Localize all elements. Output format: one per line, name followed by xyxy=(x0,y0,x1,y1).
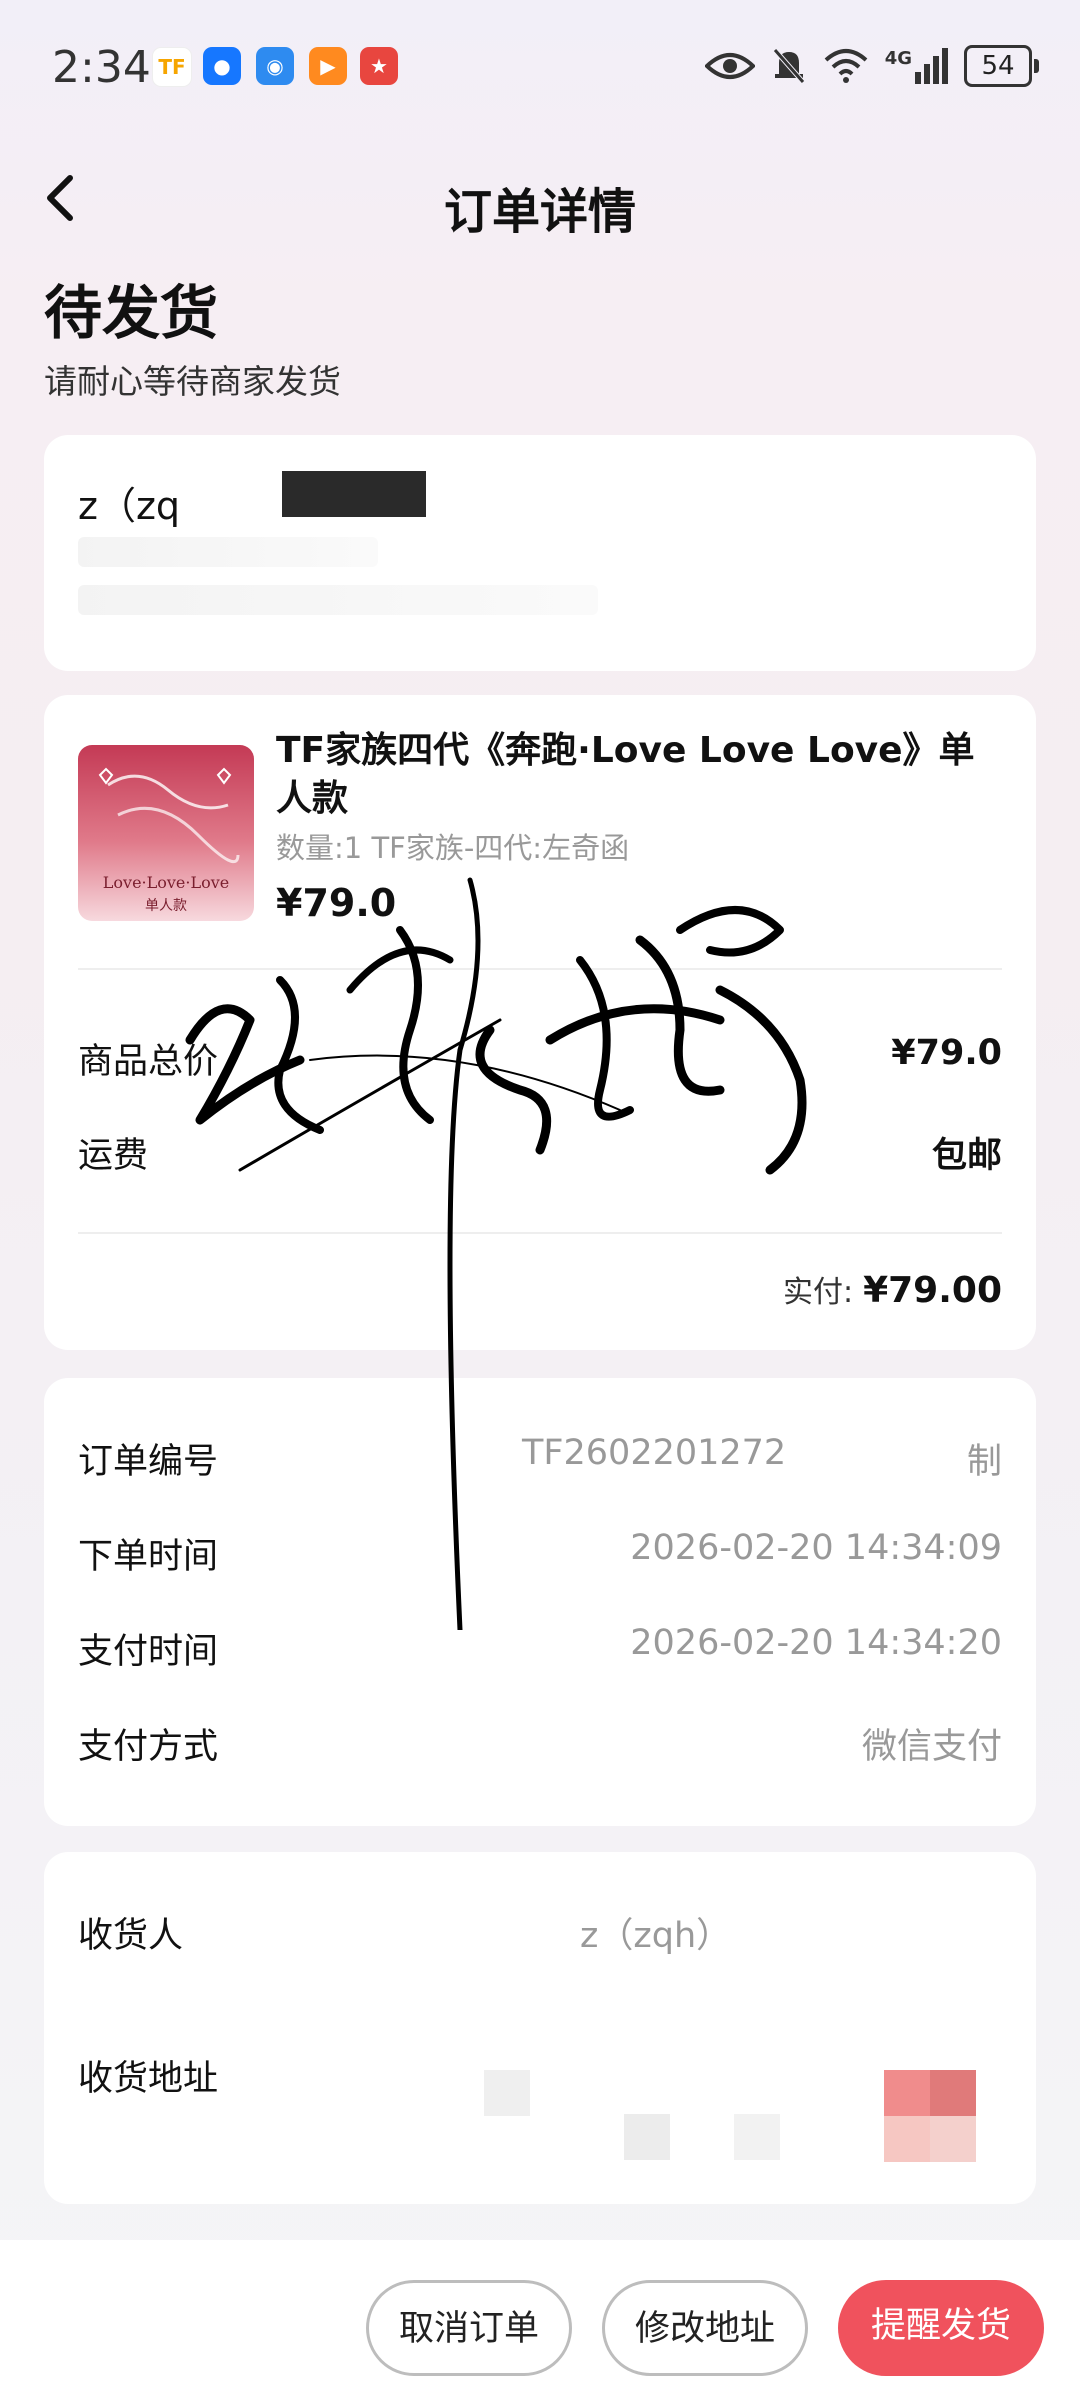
order-status-subtitle: 请耐心等待商家发货 xyxy=(44,362,341,401)
video-app-icon: ▶ xyxy=(309,47,347,85)
order-status-title: 待发货 xyxy=(44,279,219,347)
copy-order-number-button[interactable]: 制 xyxy=(967,1433,1002,1484)
wifi-app-icon: ◉ xyxy=(256,47,294,85)
receiver-address-value xyxy=(284,2070,1004,2165)
receiver-card: 收货人 z（zqh） 收货地址 xyxy=(44,1852,1036,2204)
cellular-signal-icon: 4G xyxy=(885,48,948,84)
product-spec: 数量:1 TF家族-四代:左奇函 xyxy=(276,831,630,865)
modify-address-button[interactable]: 修改地址 xyxy=(602,2280,808,2376)
game-app-icon: ★ xyxy=(360,47,398,85)
eye-icon xyxy=(704,53,755,79)
wifi-icon xyxy=(824,49,868,83)
status-bar: 2:34 TF ● ◉ ▶ ★ 4G 54 xyxy=(0,0,1080,130)
address-name: z（zq xyxy=(78,484,181,528)
product-title[interactable]: TF家族四代《奔跑·Love Love Love》单人款 xyxy=(276,727,976,823)
receiver-address-label: 收货地址 xyxy=(78,2059,219,2099)
status-time: 2:34 xyxy=(52,42,151,93)
mute-bell-icon xyxy=(772,48,805,84)
blurred-address-line xyxy=(78,585,598,615)
receiver-name-label: 收货人 xyxy=(78,1916,184,1956)
receiver-name-value: z（zqh） xyxy=(580,1916,732,1956)
signature-overlay xyxy=(185,877,807,1630)
blurred-address-line xyxy=(78,537,378,567)
redacted-phone xyxy=(282,471,426,517)
payment-method-label: 支付方式 xyxy=(78,1727,219,1767)
shipping-value: 包邮 xyxy=(931,1136,1002,1176)
cancel-order-button[interactable]: 取消订单 xyxy=(366,2280,572,2376)
bottom-action-bar: 取消订单 修改地址 提醒发货 xyxy=(0,2240,1080,2388)
bulb-app-icon: ● xyxy=(203,47,241,85)
paid-time-label: 支付时间 xyxy=(78,1632,219,1672)
address-card[interactable]: z（zq xyxy=(44,435,1036,671)
remind-shipping-button[interactable]: 提醒发货 xyxy=(838,2280,1044,2376)
system-icons: 4G 54 xyxy=(704,44,1039,88)
tf-app-icon: TF xyxy=(152,47,192,87)
payment-method-value: 微信支付 xyxy=(861,1727,1002,1767)
battery-indicator: 54 xyxy=(964,45,1039,87)
page-title: 订单详情 xyxy=(443,184,636,240)
shipping-label: 运费 xyxy=(78,1136,149,1176)
